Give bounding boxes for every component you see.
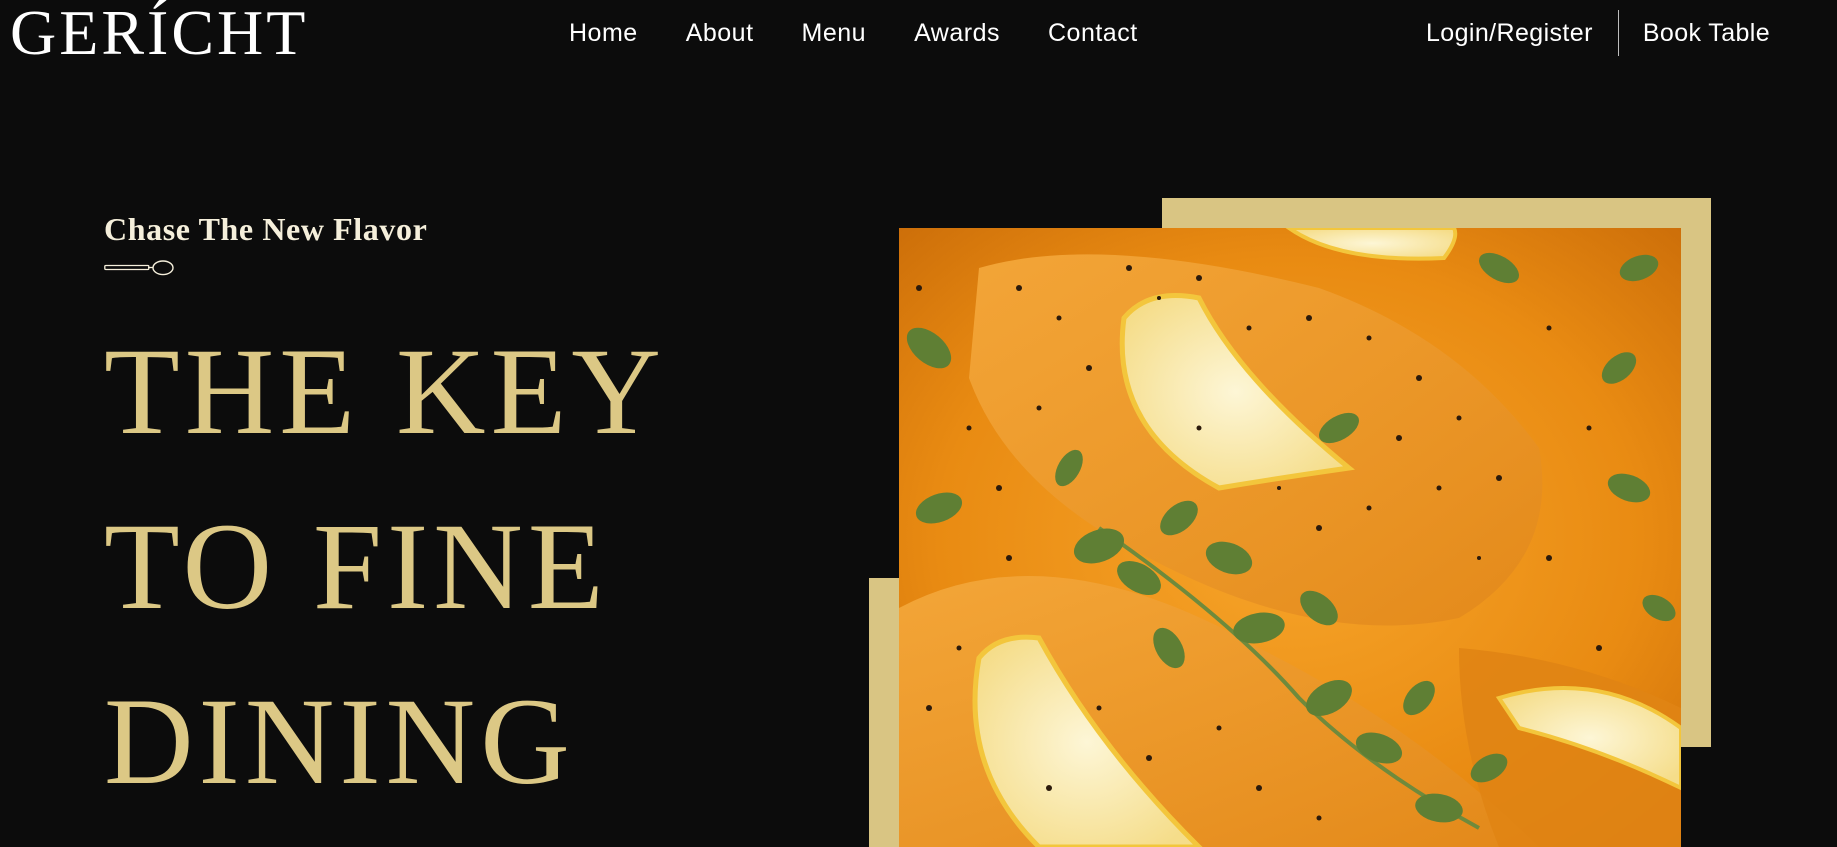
nav-divider [1617,10,1619,56]
nav-link-contact[interactable]: Contact [1048,17,1138,49]
nav-link-about[interactable]: About [686,17,754,49]
brand-logo[interactable]: GERÍCHT [10,0,308,66]
navbar: GERÍCHT Home About Menu Awards Contact L… [0,0,1837,68]
headline-line-3: DINING [104,673,575,810]
hero-food-image [899,228,1681,847]
spoon-icon [104,260,174,276]
nav-link-home[interactable]: Home [569,17,638,49]
nav-actions: Login/Register Book Table [1426,10,1770,56]
nav-link-menu[interactable]: Menu [802,17,867,49]
headline-line-1: THE KEY [104,323,666,460]
headline-line-2: TO FINE [104,498,609,635]
book-table-link[interactable]: Book Table [1643,19,1770,48]
nav-links: Home About Menu Awards Contact [569,17,1138,49]
hero-subtitle: Chase The New Flavor [104,211,428,247]
login-register-link[interactable]: Login/Register [1426,19,1593,48]
nav-link-awards[interactable]: Awards [914,17,1000,49]
